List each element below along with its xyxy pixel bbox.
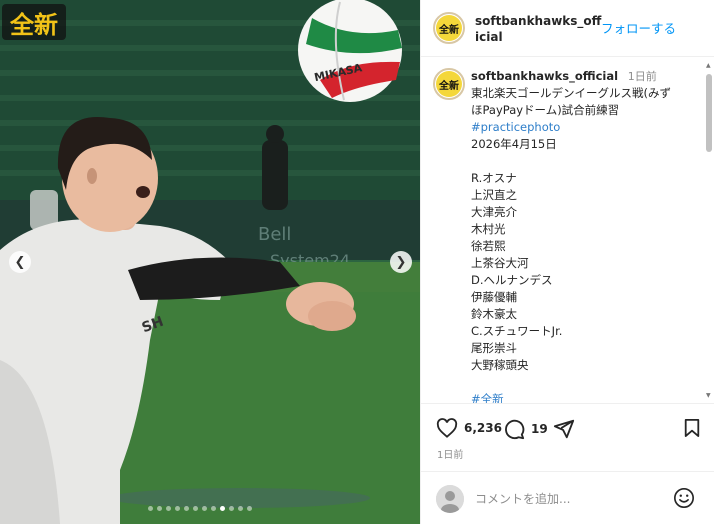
- post-media[interactable]: Bell System24 MIKASA SH ❮ ❯ 全新: [0, 0, 420, 524]
- bookmark-icon: [684, 419, 700, 437]
- zenshin-logo: 全新: [2, 4, 66, 40]
- caption-line: 伊藤優輔: [471, 290, 517, 304]
- carousel-indicators: [148, 506, 252, 511]
- scroll-down-arrow-icon[interactable]: ▼: [706, 392, 711, 399]
- caption-line: 大津亮介: [471, 205, 517, 219]
- carousel-dot: [148, 506, 153, 511]
- caption-line: 上茶谷大河: [471, 256, 529, 270]
- action-bar: 6,236 19: [421, 410, 714, 446]
- carousel-dot: [157, 506, 162, 511]
- carousel-dot: [175, 506, 180, 511]
- avatar-logo: 全新: [436, 15, 462, 41]
- heart-icon: [436, 418, 458, 438]
- carousel-prev-button[interactable]: ❮: [9, 251, 31, 273]
- comment-input[interactable]: [475, 489, 655, 509]
- like-count: 6,236: [464, 421, 502, 435]
- post-panel: 全新 softbankhawks_official フォローする 全新 soft…: [420, 0, 714, 524]
- user-avatar: [436, 485, 464, 513]
- carousel-dot: [211, 506, 216, 511]
- caption-line: 大野稼頭央: [471, 358, 529, 372]
- caption-section: 全新 softbankhawks_official 1日前 東北楽天ゴールデンイ…: [421, 58, 714, 404]
- smiley-icon: [674, 488, 694, 508]
- comment-button[interactable]: 19: [503, 418, 548, 440]
- caption-username[interactable]: softbankhawks_official: [471, 69, 618, 83]
- follow-button[interactable]: フォローする: [601, 18, 676, 37]
- caption-line: 尾形崇斗: [471, 341, 517, 355]
- caption-line: 徐若熙: [471, 239, 506, 253]
- carousel-dot: [184, 506, 189, 511]
- caption-line: 上沢直之: [471, 188, 517, 202]
- caption-body: 東北楽天ゴールデンイーグルス戦(みず ほPayPayドーム)試合前練習 #pract…: [471, 85, 703, 403]
- caption-line: R.オスナ: [471, 171, 517, 185]
- carousel-dot: [193, 506, 198, 511]
- post-header: 全新 softbankhawks_official フォローする: [421, 0, 714, 57]
- carousel-dot: [220, 506, 225, 511]
- caption-hashtag[interactable]: #practicephoto: [471, 119, 703, 136]
- share-button[interactable]: [553, 418, 575, 440]
- caption-timestamp: 1日前: [627, 70, 657, 83]
- caption-scrollbar[interactable]: ▲ ▼: [706, 62, 712, 402]
- carousel-dot: [238, 506, 243, 511]
- carousel-dot: [229, 506, 234, 511]
- carousel-dot: [202, 506, 207, 511]
- svg-text:Bell: Bell: [258, 224, 291, 245]
- caption-line: ほPayPayドーム)試合前練習: [471, 103, 620, 117]
- chevron-left-icon: ❮: [14, 254, 26, 270]
- avatar[interactable]: 全新: [433, 12, 465, 44]
- user-silhouette-icon: [436, 485, 464, 513]
- caption-line: C.スチュワートJr.: [471, 324, 563, 338]
- caption-text: softbankhawks_official 1日前 東北楽天ゴールデンイーグル…: [471, 68, 703, 403]
- post-photo: Bell System24 MIKASA SH: [0, 0, 420, 524]
- caption-line: 東北楽天ゴールデンイーグルス戦(みず: [471, 86, 671, 100]
- caption-line: 木村光: [471, 222, 506, 236]
- scroll-thumb[interactable]: [706, 74, 712, 152]
- caption-line: 2026年4月15日: [471, 137, 557, 151]
- caption-avatar[interactable]: 全新: [433, 68, 465, 100]
- carousel-dot: [166, 506, 171, 511]
- comment-count: 19: [531, 422, 548, 436]
- scroll-up-arrow-icon[interactable]: ▲: [706, 62, 711, 69]
- carousel-dot: [247, 506, 252, 511]
- save-button[interactable]: [683, 418, 701, 438]
- comment-icon: [505, 419, 525, 440]
- comment-bar: [421, 471, 714, 524]
- emoji-button[interactable]: [673, 487, 695, 513]
- header-username[interactable]: softbankhawks_official: [475, 13, 605, 45]
- send-icon: [553, 419, 575, 439]
- avatar-logo: 全新: [436, 71, 462, 97]
- caption-line: D.ヘルナンデス: [471, 273, 553, 287]
- caption-line: 鈴木豪太: [471, 307, 517, 321]
- carousel-next-button[interactable]: ❯: [390, 251, 412, 273]
- svg-text:全新: 全新: [9, 11, 58, 39]
- post-age: 1日前: [437, 450, 464, 461]
- chevron-right-icon: ❯: [395, 254, 407, 270]
- caption-hashtag[interactable]: #全新: [471, 391, 703, 403]
- like-button[interactable]: 6,236: [436, 418, 502, 438]
